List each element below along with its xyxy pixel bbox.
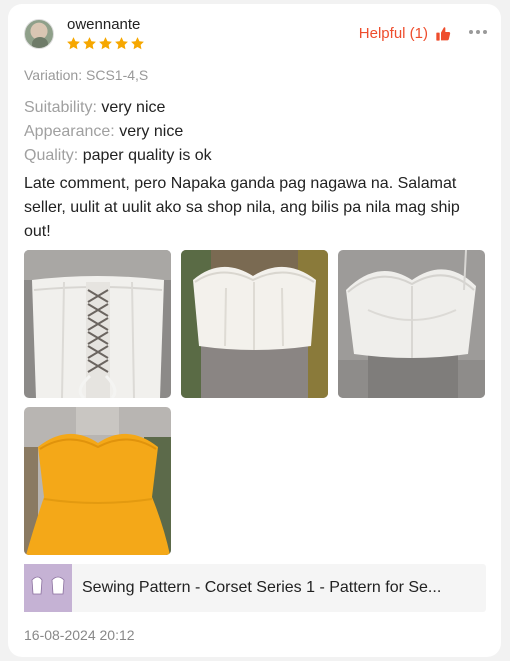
attribute-value: very nice bbox=[101, 99, 166, 116]
product-link[interactable]: Sewing Pattern - Corset Series 1 - Patte… bbox=[24, 564, 486, 612]
review-attributes: Suitability: very nice Appearance: very … bbox=[24, 96, 212, 168]
helpful-button[interactable]: Helpful (1) bbox=[359, 25, 451, 42]
review-photos bbox=[24, 250, 486, 555]
star-icon bbox=[131, 37, 144, 50]
attribute-row: Suitability: very nice bbox=[24, 96, 212, 120]
review-photo[interactable] bbox=[338, 250, 485, 398]
review-photo[interactable] bbox=[24, 250, 171, 398]
review-photo[interactable] bbox=[181, 250, 328, 398]
attribute-row: Quality: paper quality is ok bbox=[24, 144, 212, 168]
product-thumbnail bbox=[24, 564, 72, 612]
thumbs-up-icon bbox=[436, 26, 451, 41]
attribute-label: Suitability: bbox=[24, 99, 97, 116]
review-photo[interactable] bbox=[24, 407, 171, 555]
star-icon bbox=[83, 37, 96, 50]
variation-text: Variation: SCS1-4,S bbox=[24, 67, 149, 83]
more-options-icon[interactable] bbox=[469, 30, 487, 34]
review-date: 16-08-2024 20:12 bbox=[24, 627, 135, 643]
star-icon bbox=[67, 37, 80, 50]
attribute-label: Quality: bbox=[24, 147, 79, 164]
attribute-value: paper quality is ok bbox=[82, 147, 212, 164]
reviewer-username[interactable]: owennante bbox=[67, 16, 140, 33]
attribute-label: Appearance: bbox=[24, 123, 115, 140]
user-avatar[interactable] bbox=[24, 19, 54, 49]
attribute-row: Appearance: very nice bbox=[24, 120, 212, 144]
star-icon bbox=[115, 37, 128, 50]
helpful-label: Helpful (1) bbox=[358, 25, 428, 42]
review-comment: Late comment, pero Napaka ganda pag naga… bbox=[24, 175, 460, 240]
review-card: owennante Helpful (1) Variation: SCS1-4,… bbox=[8, 4, 501, 657]
star-icon bbox=[99, 37, 112, 50]
product-name: Sewing Pattern - Corset Series 1 - Patte… bbox=[82, 579, 442, 596]
rating-stars bbox=[66, 36, 145, 51]
attribute-value: very nice bbox=[119, 123, 184, 140]
